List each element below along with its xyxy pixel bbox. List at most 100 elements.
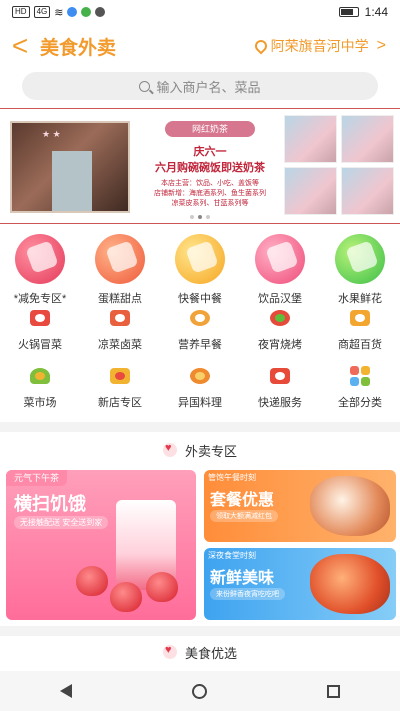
section-header-featured: 美食优选 — [0, 636, 400, 668]
category-new-store[interactable]: 新店专区 — [80, 364, 160, 410]
hotpot-icon — [26, 306, 54, 330]
vegetable-icon — [26, 364, 54, 388]
banner-line-3: 本店主营：饮品、小吃、盖饭等 — [161, 180, 259, 187]
pizza-icon — [186, 364, 214, 388]
category-label: 异国料理 — [178, 397, 222, 409]
shop-photo: ★ ★ — [10, 121, 130, 213]
banner-line-5: 凉菜皮系列、甘蓝系列等 — [171, 200, 249, 207]
category-discount[interactable]: *减免专区* — [0, 234, 80, 306]
category-label: 火锅冒菜 — [18, 339, 62, 351]
network-indicator: 4G — [33, 6, 51, 18]
clock: 1:44 — [364, 5, 388, 19]
wifi-icon: ≋ — [54, 6, 64, 19]
heart-icon — [162, 644, 177, 659]
category-label: 商超百货 — [338, 339, 382, 351]
location-selector[interactable]: 阿荣旗音河中学 > — [252, 36, 386, 56]
banner-photo — [341, 115, 394, 163]
promo-tag: 管饱午餐时刻 — [208, 473, 256, 482]
drink-icon — [255, 234, 305, 284]
section-title: 美食优选 — [184, 645, 237, 661]
category-label: 夜宵烧烤 — [258, 339, 302, 351]
scooter-icon — [266, 364, 294, 388]
promo-banner[interactable]: ★ ★ 网红奶茶 庆六一 六月购碗碗饭即送奶茶 本店主营：饮品、小吃、盖饭等 店… — [0, 108, 400, 224]
banner-line-4: 店铺新增：海底酒系列、鱼生菌系列 — [154, 190, 266, 197]
promo-subtitle: 领取大额满减红包 — [210, 510, 278, 522]
promo-tag: 深夜食堂时刻 — [208, 551, 256, 560]
banner-photos — [284, 115, 394, 215]
banner-pagination — [190, 215, 210, 219]
nav-recent-apps-icon[interactable] — [327, 684, 340, 698]
category-label: 新店专区 — [98, 397, 142, 409]
discount-icon — [15, 234, 65, 284]
back-button[interactable]: < — [0, 26, 40, 66]
system-nav-bar — [0, 671, 400, 711]
banner-photo — [284, 167, 337, 215]
fries-icon — [106, 364, 134, 388]
search-input[interactable]: 输入商户名、菜品 — [22, 72, 378, 100]
category-label: 快递服务 — [258, 397, 302, 409]
section-divider — [0, 626, 400, 636]
category-supermarket[interactable]: 商超百货 — [320, 306, 400, 352]
category-hotpot[interactable]: 火锅冒菜 — [0, 306, 80, 352]
strawberry-image — [146, 572, 178, 602]
category-label: 全部分类 — [338, 397, 382, 409]
category-drinks[interactable]: 饮品汉堡 — [240, 234, 320, 306]
promo-subtitle: 来份鲜香夜宵吃吃吧 — [210, 588, 285, 600]
store-icon — [346, 306, 374, 330]
nav-back-icon[interactable] — [60, 684, 72, 698]
category-label: *减免专区* — [13, 293, 67, 305]
promo-title: 套餐优惠 — [210, 492, 275, 509]
category-all[interactable]: 全部分类 — [320, 364, 400, 410]
small-category-grid: 火锅冒菜 凉菜卤菜 营养早餐 夜宵烧烤 商超百货 菜市场 新店专区 异国料理 快… — [0, 306, 400, 410]
app-notification-icon — [67, 7, 78, 17]
breakfast-icon — [186, 306, 214, 330]
crayfish-image — [310, 554, 390, 614]
category-label: 饮品汉堡 — [258, 293, 302, 305]
category-bbq[interactable]: 夜宵烧烤 — [240, 306, 320, 352]
category-label: 蛋糕甜点 — [98, 293, 142, 305]
page-title: 美食外卖 — [40, 37, 117, 59]
section-title: 外卖专区 — [184, 443, 237, 459]
banner-line-1: 庆六一 — [193, 146, 227, 158]
big-category-row: *减免专区* 蛋糕甜点 快餐中餐 饮品汉堡 水果鲜花 — [0, 234, 400, 306]
category-fastfood[interactable]: 快餐中餐 — [160, 234, 240, 306]
category-cake[interactable]: 蛋糕甜点 — [80, 234, 160, 306]
promo-title: 横扫饥饿 — [14, 494, 86, 514]
category-label: 快餐中餐 — [178, 293, 222, 305]
section-header-takeaway: 外卖专区 — [0, 434, 400, 466]
category-fruit[interactable]: 水果鲜花 — [320, 234, 400, 306]
promo-title: 新鲜美味 — [210, 570, 275, 587]
category-label: 菜市场 — [23, 397, 57, 409]
roast-goose-image — [310, 476, 390, 536]
promo-card-lunch[interactable]: 管饱午餐时刻 套餐优惠 领取大额满减红包 — [204, 470, 396, 542]
category-cold-dish[interactable]: 凉菜卤菜 — [80, 306, 160, 352]
chevron-right-icon: > — [376, 37, 386, 54]
nav-home-icon[interactable] — [192, 683, 207, 699]
promo-tag: 元气下午茶 — [6, 470, 68, 486]
grid-icon — [346, 364, 374, 388]
banner-photo — [284, 115, 337, 163]
banner-photo — [341, 167, 394, 215]
cold-dish-icon — [106, 306, 134, 330]
top-bar: < 美食外卖 阿荣旗音河中学 > — [0, 26, 400, 66]
category-delivery[interactable]: 快递服务 — [240, 364, 320, 410]
location-label: 阿荣旗音河中学 — [270, 38, 369, 54]
pagination-dot-active — [198, 215, 202, 219]
category-market[interactable]: 菜市场 — [0, 364, 80, 410]
category-foreign[interactable]: 异国料理 — [160, 364, 240, 410]
promo-card-afternoon-tea[interactable]: 元气下午茶 横扫饥饿 无接触配送 安全送到家 — [6, 470, 196, 620]
category-label: 水果鲜花 — [338, 293, 382, 305]
sushi-icon — [175, 234, 225, 284]
search-placeholder: 输入商户名、菜品 — [156, 79, 261, 95]
cloud-notification-icon — [95, 7, 106, 17]
section-divider — [0, 422, 400, 432]
status-bar: HD 4G ≋ 1:44 — [0, 0, 400, 24]
pagination-dot — [190, 215, 194, 219]
category-breakfast[interactable]: 营养早餐 — [160, 306, 240, 352]
chat-notification-icon — [81, 7, 92, 17]
cake-icon — [95, 234, 145, 284]
shop-door — [52, 151, 92, 211]
category-label: 营养早餐 — [178, 339, 222, 351]
promo-card-late-night[interactable]: 深夜食堂时刻 新鲜美味 来份鲜香夜宵吃吃吧 — [204, 548, 396, 620]
promo-subtitle: 无接触配送 安全送到家 — [14, 516, 109, 529]
